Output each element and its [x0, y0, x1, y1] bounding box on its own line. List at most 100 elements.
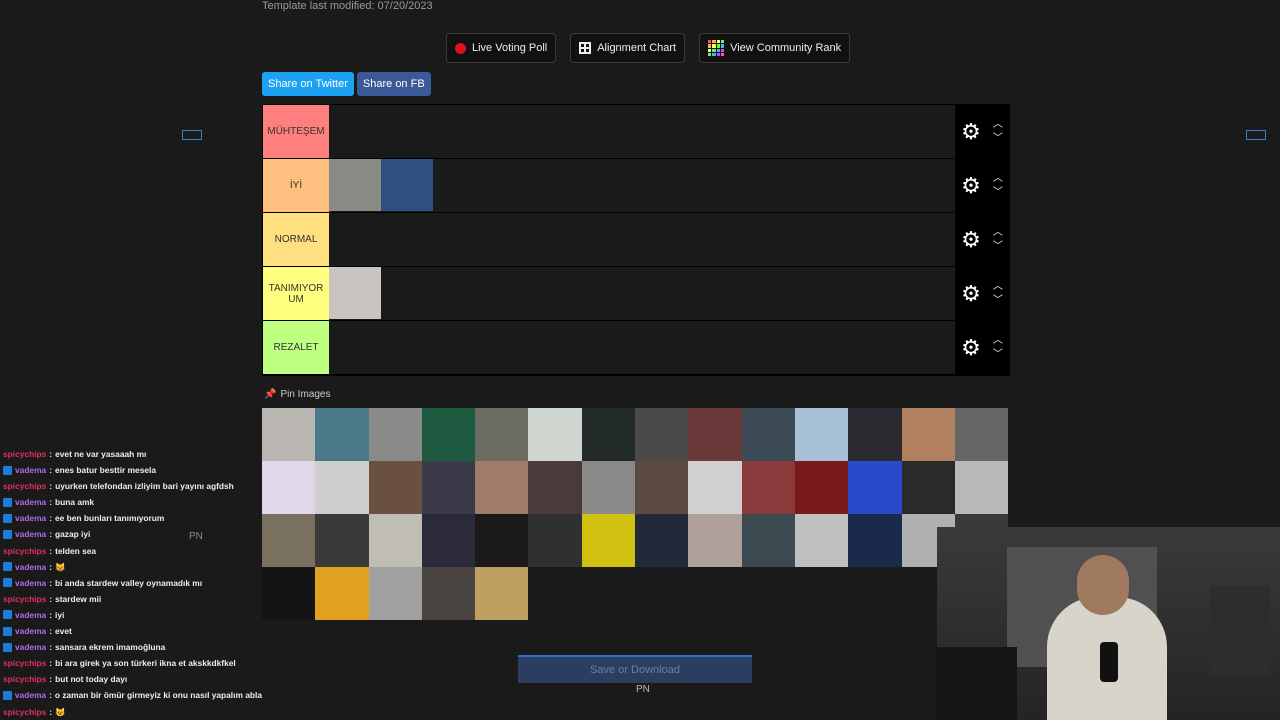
save-download-button[interactable]: Save or Download: [518, 655, 752, 683]
pool-item-image[interactable]: [368, 461, 422, 514]
pool-item-image[interactable]: [315, 461, 369, 514]
chat-separator: :: [49, 577, 52, 588]
pool-item-image[interactable]: [475, 408, 529, 461]
pool-item-image[interactable]: [848, 461, 902, 514]
chevron-down-icon[interactable]: ﹀: [993, 349, 1003, 360]
pool-item-image[interactable]: [528, 461, 582, 514]
webcam-head: [1077, 555, 1129, 615]
chat-message: vadema: o zaman bir ömür girmeyiz ki onu …: [0, 687, 262, 703]
live-voting-poll-button[interactable]: Live Voting Poll: [446, 33, 557, 63]
pool-item-image[interactable]: [475, 514, 529, 567]
pool-item-image[interactable]: [475, 461, 529, 514]
pool-item-image[interactable]: [262, 567, 316, 620]
pool-item-image[interactable]: [635, 514, 689, 567]
chat-message: spicychips: 😺: [0, 704, 262, 720]
pool-item-image[interactable]: [262, 408, 316, 461]
microphone: [1100, 642, 1118, 682]
move-arrows: ︿ ﹀: [993, 119, 1003, 144]
tier-items[interactable]: [329, 159, 955, 212]
tier-item-image[interactable]: [381, 159, 433, 211]
pool-item-image[interactable]: [581, 408, 636, 461]
pool-item-image[interactable]: [315, 408, 369, 461]
pool-item-image[interactable]: [368, 567, 422, 620]
chevron-up-icon[interactable]: ︿: [993, 335, 1003, 346]
pool-item-image[interactable]: [421, 408, 476, 461]
pool-item-image[interactable]: [794, 408, 849, 461]
pool-item-image[interactable]: [848, 514, 902, 567]
pool-item-image[interactable]: [741, 461, 795, 514]
pool-item-image[interactable]: [688, 408, 742, 461]
pool-item-image[interactable]: [315, 514, 369, 567]
tier-items[interactable]: [329, 321, 955, 374]
share-twitter-button[interactable]: Share on Twitter: [262, 72, 354, 96]
tier-item-image[interactable]: [329, 267, 381, 319]
pool-item-image[interactable]: [635, 461, 689, 514]
pool-item-image[interactable]: [581, 514, 636, 567]
pool-item-image[interactable]: [528, 408, 582, 461]
tier-label[interactable]: REZALET: [263, 321, 329, 374]
ad-choices-icon[interactable]: [1246, 130, 1266, 140]
gear-icon[interactable]: ⚙: [961, 336, 981, 359]
gear-icon[interactable]: ⚙: [961, 120, 981, 143]
chevron-up-icon[interactable]: ︿: [993, 119, 1003, 130]
tier-label[interactable]: İYİ: [263, 159, 329, 212]
chevron-up-icon[interactable]: ︿: [993, 173, 1003, 184]
pool-item-image[interactable]: [581, 461, 636, 514]
chevron-down-icon[interactable]: ﹀: [993, 187, 1003, 198]
pool-item-image[interactable]: [954, 461, 1009, 514]
community-rank-button[interactable]: View Community Rank: [699, 33, 851, 63]
pool-item-image[interactable]: [688, 461, 742, 514]
tier-items[interactable]: [329, 267, 955, 320]
pool-item-image[interactable]: [262, 461, 316, 514]
chevron-down-icon[interactable]: ﹀: [993, 295, 1003, 306]
share-fb-button[interactable]: Share on FB: [356, 72, 431, 96]
badge-icon: [3, 610, 12, 620]
tier-items[interactable]: [329, 213, 955, 266]
tier-item-image[interactable]: [329, 159, 381, 211]
pool-item-image[interactable]: [262, 514, 316, 567]
tier-label[interactable]: MÜHTEŞEM: [263, 105, 329, 158]
pool-item-image[interactable]: [368, 408, 422, 461]
chevron-up-icon[interactable]: ︿: [993, 281, 1003, 292]
pool-item-image[interactable]: [421, 514, 476, 567]
pool-item-image[interactable]: [901, 461, 955, 514]
community-rank-label: View Community Rank: [730, 42, 842, 54]
pool-item-image[interactable]: [741, 408, 795, 461]
alignment-chart-button[interactable]: Alignment Chart: [570, 33, 686, 63]
pool-item-image[interactable]: [475, 567, 529, 620]
pool-item-image[interactable]: [368, 514, 422, 567]
chat-message: spicychips: evet ne var yasaaah mı: [0, 446, 262, 462]
tier-controls: ⚙ ︿ ﹀: [955, 105, 1009, 158]
pool-item-image[interactable]: [421, 567, 476, 620]
tier-grid-icon: [708, 40, 725, 56]
chevron-up-icon[interactable]: ︿: [993, 227, 1003, 238]
pool-item-image[interactable]: [848, 408, 902, 461]
pool-item-image[interactable]: [794, 461, 849, 514]
chat-separator: :: [49, 690, 52, 701]
chat-text: gazap iyi: [55, 529, 91, 540]
chat-message: vadema: 😸: [0, 559, 262, 575]
tier-label[interactable]: NORMAL: [263, 213, 329, 266]
tier-label[interactable]: TANIMIYORUM: [263, 267, 329, 320]
pool-item-image[interactable]: [635, 408, 689, 461]
chat-text: iyi: [55, 609, 65, 620]
tier-items[interactable]: [329, 105, 955, 158]
pool-item-image[interactable]: [421, 461, 476, 514]
ad-choices-icon[interactable]: [182, 130, 202, 140]
gear-icon[interactable]: ⚙: [961, 282, 981, 305]
pool-item-image[interactable]: [794, 514, 849, 567]
pool-item-image[interactable]: [315, 567, 369, 620]
pool-item-image[interactable]: [688, 514, 742, 567]
chat-username: vadema: [15, 626, 47, 637]
chat-text: evet: [55, 626, 72, 637]
pool-item-image[interactable]: [954, 408, 1009, 461]
pool-item-image[interactable]: [901, 408, 955, 461]
gear-icon[interactable]: ⚙: [961, 174, 981, 197]
pool-item-image[interactable]: [528, 514, 582, 567]
chat-overlay: spicychips: evet ne var yasaaah mı vadema:…: [0, 446, 262, 720]
pin-images-toggle[interactable]: 📌 Pin Images: [264, 389, 330, 400]
chevron-down-icon[interactable]: ﹀: [993, 241, 1003, 252]
chevron-down-icon[interactable]: ﹀: [993, 133, 1003, 144]
pool-item-image[interactable]: [741, 514, 795, 567]
gear-icon[interactable]: ⚙: [961, 228, 981, 251]
